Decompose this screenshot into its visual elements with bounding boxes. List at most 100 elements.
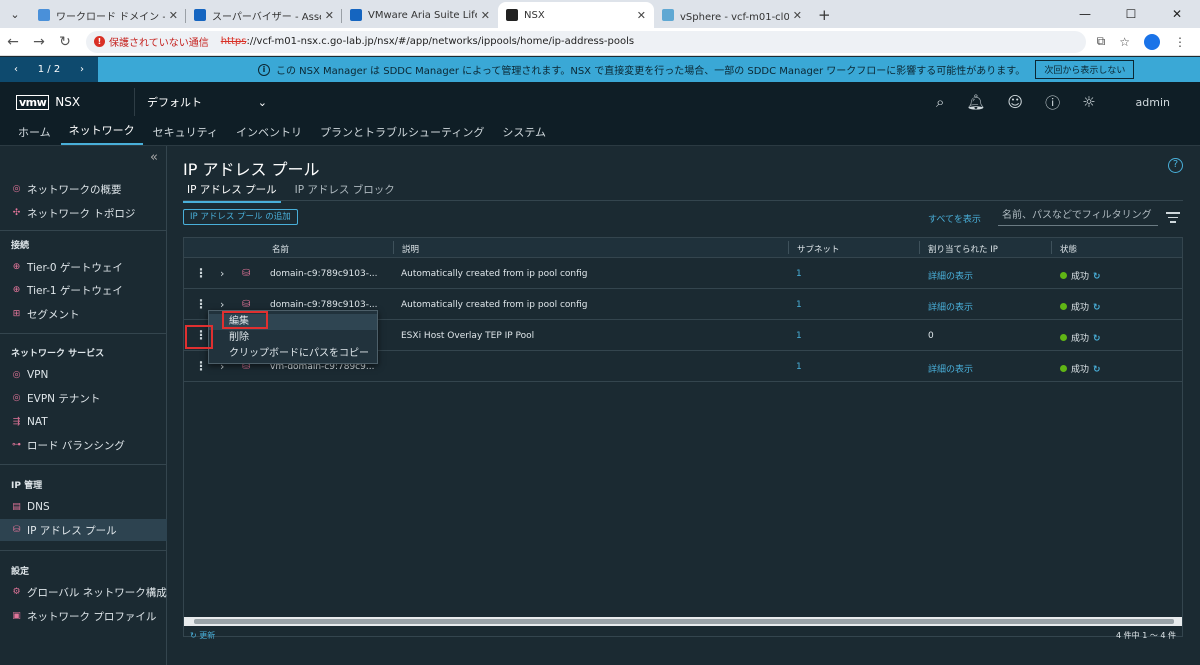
bell-icon[interactable]: 🔔︎: [966, 93, 985, 111]
help-icon[interactable]: ?: [1168, 158, 1183, 173]
security-warning[interactable]: ! 保護されていない通信: [94, 34, 209, 49]
browser-tab[interactable]: vSphere - vcf-m01-cl01 - ホスト ✕: [654, 2, 810, 28]
sidebar-item-nat[interactable]: ⇶ NAT: [0, 411, 167, 433]
ip-pool-grid: 名前 説明 サブネット 割り当てられた IP 状態 ⋮ › ⛁ domain-c…: [183, 237, 1183, 640]
sidebar-item-tier1[interactable]: ⊕ Tier-1 ゲートウェイ: [0, 279, 167, 301]
row-subnets[interactable]: 1: [796, 300, 802, 310]
row-actions-icon[interactable]: ⋮: [195, 266, 207, 280]
sidebar-item-global-networking[interactable]: ⚙ グローバル ネットワーク構成: [0, 581, 167, 603]
vpn-icon: ◎: [12, 370, 21, 380]
row-allocated[interactable]: 詳細の表示: [928, 300, 973, 313]
chevron-right-icon[interactable]: ›: [80, 64, 84, 75]
search-icon[interactable]: ⌕: [936, 93, 944, 111]
sidebar-item-network-profiles[interactable]: ▣ ネットワーク プロファイル: [0, 605, 167, 627]
sidebar-item-vpn[interactable]: ◎ VPN: [0, 364, 167, 386]
reload-icon[interactable]: ↻: [52, 34, 78, 50]
project-selector[interactable]: デフォルト ⌄: [147, 94, 267, 110]
expand-chevron-icon[interactable]: ›: [220, 267, 224, 280]
row-status: 成功 ↻: [1060, 331, 1101, 344]
column-header-description[interactable]: 説明: [398, 243, 419, 255]
product-logo[interactable]: vmw NSX: [0, 88, 135, 116]
forward-icon[interactable]: →: [26, 34, 52, 50]
menu-item-copy-path[interactable]: クリップボードにパスをコピー: [209, 346, 377, 362]
browser-tab-active[interactable]: NSX ✕: [498, 2, 654, 28]
show-all-link[interactable]: すべてを表示: [928, 212, 981, 225]
user-menu[interactable]: admin: [1136, 96, 1170, 109]
row-actions-icon[interactable]: ⋮: [195, 359, 207, 373]
sidebar-item-network-overview[interactable]: ◎ ネットワークの概要: [0, 178, 167, 200]
row-name[interactable]: domain-c9:789c9103-...: [270, 269, 378, 279]
close-icon[interactable]: ✕: [325, 9, 334, 22]
column-header-status[interactable]: 状態: [1056, 243, 1077, 255]
help-icon[interactable]: ⓘ: [1045, 92, 1060, 113]
nav-networking[interactable]: ネットワーク: [60, 122, 143, 145]
maximize-icon[interactable]: ☐: [1108, 0, 1154, 28]
browser-menu-icon[interactable]: ⋮: [1174, 35, 1186, 49]
refresh-status-icon[interactable]: ↻: [1093, 365, 1101, 375]
close-icon[interactable]: ✕: [481, 9, 490, 22]
tab-title: vSphere - vcf-m01-cl01 - ホスト: [680, 11, 789, 23]
network-overview-icon: ◎: [12, 184, 21, 194]
column-header-subnets[interactable]: サブネット: [793, 243, 840, 255]
status-ok-icon: [1060, 334, 1067, 341]
browser-tab[interactable]: VMware Aria Suite Lifecycle ✕: [342, 2, 498, 28]
dont-show-again-button[interactable]: 次回から表示しない: [1035, 60, 1135, 79]
new-tab-button[interactable]: +: [810, 2, 839, 28]
browser-tab[interactable]: ワークロード ドメイン - クラスタ ✕: [30, 2, 186, 28]
close-icon[interactable]: ✕: [793, 9, 802, 22]
row-allocated[interactable]: 詳細の表示: [928, 269, 973, 282]
sidebar-item-network-topology[interactable]: ✣ ネットワーク トポロジ: [0, 202, 167, 224]
feedback-smiley-icon[interactable]: ☺: [1007, 93, 1023, 111]
chevron-left-icon[interactable]: ‹: [14, 64, 18, 75]
row-name[interactable]: domain-c9:789c9103-...: [270, 300, 378, 310]
sidebar-item-ip-address-pools[interactable]: ⛁ IP アドレス プール: [0, 519, 167, 541]
horizontal-scrollbar[interactable]: [184, 617, 1182, 626]
row-subnets[interactable]: 1: [796, 331, 802, 341]
theme-sun-icon[interactable]: ☼: [1082, 93, 1095, 111]
table-row[interactable]: ⋮ › ⛁ domain-c9:789c9103-... Automatical…: [184, 259, 1182, 289]
refresh-status-icon[interactable]: ↻: [1093, 334, 1101, 344]
refresh-status-icon[interactable]: ↻: [1093, 303, 1101, 313]
sidebar-item-label: Tier-1 ゲートウェイ: [27, 284, 123, 297]
minimize-icon[interactable]: —: [1062, 0, 1108, 28]
add-ip-pool-button[interactable]: IP アドレス プール の追加: [183, 209, 298, 225]
close-icon[interactable]: ✕: [169, 9, 178, 22]
sidebar-item-tier0[interactable]: ⊕ Tier-0 ゲートウェイ: [0, 256, 167, 278]
close-window-icon[interactable]: ✕: [1154, 0, 1200, 28]
column-header-name[interactable]: 名前: [268, 243, 289, 255]
row-allocated: 0: [928, 331, 934, 341]
sidebar-item-label: セグメント: [27, 308, 80, 321]
collapse-sidebar-icon[interactable]: «: [150, 150, 158, 165]
sidebar-item-dns[interactable]: ▤ DNS: [0, 496, 167, 518]
profile-avatar-icon[interactable]: [1144, 33, 1160, 50]
url-input[interactable]: ! 保護されていない通信 https://vcf-m01-nsx.c.go-lab…: [86, 30, 1086, 53]
chevron-down-icon: ⌄: [257, 95, 267, 109]
tab-search-chevron-icon[interactable]: ⌄: [0, 0, 30, 28]
sidebar-item-evpn[interactable]: ◎ EVPN テナント: [0, 387, 167, 409]
nav-home[interactable]: ホーム: [10, 124, 59, 145]
column-header-allocated-ips[interactable]: 割り当てられた IP: [924, 243, 998, 255]
sidebar-item-load-balancing[interactable]: ⊶ ロード バランシング: [0, 434, 167, 456]
filter-icon[interactable]: [1166, 212, 1180, 226]
row-subnets[interactable]: 1: [796, 269, 802, 279]
close-icon[interactable]: ✕: [637, 9, 646, 22]
menu-item-delete[interactable]: 削除: [209, 330, 377, 346]
bookmark-star-icon[interactable]: ☆: [1119, 35, 1130, 49]
nav-system[interactable]: システム: [494, 124, 554, 145]
grid-refresh[interactable]: ↻ 更新: [190, 630, 215, 641]
translate-icon[interactable]: ⧉: [1097, 34, 1106, 49]
top-navigation: ホーム ネットワーク セキュリティ インベントリ プランとトラブルシューティング…: [0, 122, 1200, 146]
browser-tab[interactable]: スーパーバイザー - Assembler ✕: [186, 2, 342, 28]
nav-security[interactable]: セキュリティ: [145, 124, 226, 145]
row-subnets[interactable]: 1: [796, 362, 802, 372]
refresh-status-icon[interactable]: ↻: [1093, 272, 1101, 282]
nav-plan-troubleshoot[interactable]: プランとトラブルシューティング: [312, 124, 492, 145]
nav-inventory[interactable]: インベントリ: [228, 124, 310, 145]
back-icon[interactable]: ←: [0, 34, 26, 50]
sidebar-item-segments[interactable]: ⊞ セグメント: [0, 303, 167, 325]
row-allocated[interactable]: 詳細の表示: [928, 362, 973, 375]
scrollbar-thumb[interactable]: [194, 619, 1174, 624]
url-scheme: https: [220, 36, 247, 47]
filter-input[interactable]: 名前、パスなどでフィルタリング: [998, 208, 1158, 226]
row-actions-icon[interactable]: ⋮: [195, 297, 207, 311]
